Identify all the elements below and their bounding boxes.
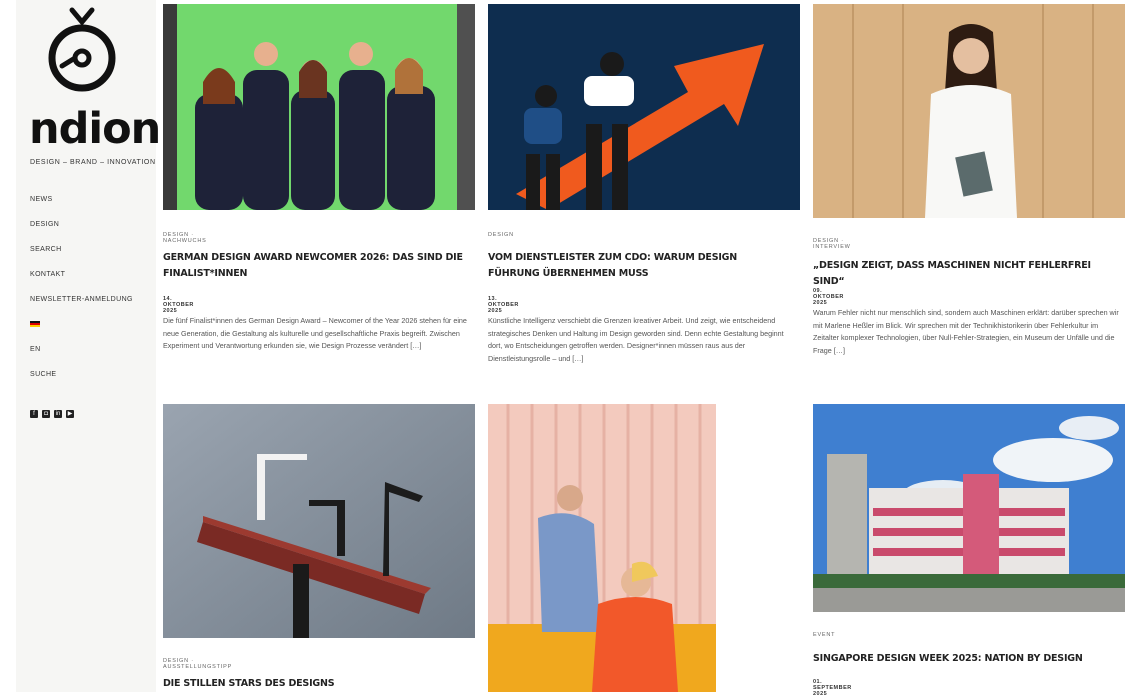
youtube-icon[interactable]: ▶ bbox=[66, 410, 74, 418]
article-image[interactable] bbox=[163, 4, 475, 210]
facebook-icon[interactable]: f bbox=[30, 410, 38, 418]
site-tagline: DESIGN – BRAND – INNOVATION bbox=[30, 159, 156, 166]
nav-item-news[interactable]: NEWS bbox=[30, 194, 133, 219]
article-excerpt: Warum Fehler nicht nur menschlich sind, … bbox=[813, 308, 1119, 355]
german-flag-icon bbox=[30, 321, 40, 328]
linkedin-icon[interactable]: in bbox=[54, 410, 62, 418]
article-date: 14. OKTOBER 2025 bbox=[163, 296, 194, 314]
article-image[interactable] bbox=[813, 404, 1125, 612]
article-excerpt: Die fünf Finalist*innen des German Desig… bbox=[163, 316, 467, 350]
article-date: 09. OKTOBER 2025 bbox=[813, 288, 844, 306]
article-category[interactable]: DESIGN · AUSSTELLUNGSTIPP bbox=[163, 658, 232, 670]
nav-item-kontakt[interactable]: KONTAKT bbox=[30, 269, 133, 294]
article-category[interactable]: DESIGN · NACHWUCHS bbox=[163, 232, 207, 244]
nav-item-design[interactable]: DESIGN bbox=[30, 219, 133, 244]
article-category[interactable]: DESIGN · INTERVIEW bbox=[813, 238, 851, 250]
article-date: 13. OKTOBER 2025 bbox=[488, 296, 519, 314]
instagram-icon[interactable]: ◘ bbox=[42, 410, 50, 418]
social-links: f ◘ in ▶ bbox=[30, 410, 74, 418]
article-title[interactable]: GERMAN DESIGN AWARD NEWCOMER 2026: DAS S… bbox=[163, 250, 463, 282]
stopwatch-logo-icon[interactable] bbox=[42, 6, 122, 96]
article-category[interactable]: EVENT bbox=[813, 632, 835, 638]
article-title[interactable]: „DESIGN ZEIGT, DASS MASCHINEN NICHT FEHL… bbox=[813, 258, 1123, 290]
logo-wordmark[interactable]: ndion bbox=[29, 104, 161, 154]
main-nav: NEWS DESIGN SEARCH KONTAKT NEWSLETTER-AN… bbox=[30, 194, 133, 394]
nav-item-search[interactable]: SEARCH bbox=[30, 244, 133, 269]
nav-item-newsletter[interactable]: NEWSLETTER-ANMELDUNG bbox=[30, 294, 133, 319]
article-title[interactable]: VOM DIENSTLEISTER ZUM CDO: WARUM DESIGN … bbox=[488, 250, 788, 282]
article-title[interactable]: DIE STILLEN STARS DES DESIGNS bbox=[163, 676, 463, 692]
article-image[interactable] bbox=[163, 404, 475, 638]
nav-item-suche[interactable]: SUCHE bbox=[30, 369, 133, 394]
nav-item-language-en[interactable]: EN bbox=[30, 344, 133, 369]
article-title[interactable]: SINGAPORE DESIGN WEEK 2025: NATION BY DE… bbox=[813, 651, 1123, 667]
article-image[interactable] bbox=[813, 4, 1125, 218]
article-image[interactable] bbox=[488, 404, 716, 692]
sidebar: ndion DESIGN – BRAND – INNOVATION NEWS D… bbox=[16, 0, 161, 692]
article-excerpt: Künstliche Intelligenz verschiebt die Gr… bbox=[488, 316, 784, 363]
nav-item-language-de[interactable] bbox=[30, 319, 133, 344]
article-category[interactable]: DESIGN bbox=[488, 232, 514, 238]
article-image[interactable] bbox=[488, 4, 800, 210]
article-date: 01. SEPTEMBER 2025 bbox=[813, 679, 852, 697]
